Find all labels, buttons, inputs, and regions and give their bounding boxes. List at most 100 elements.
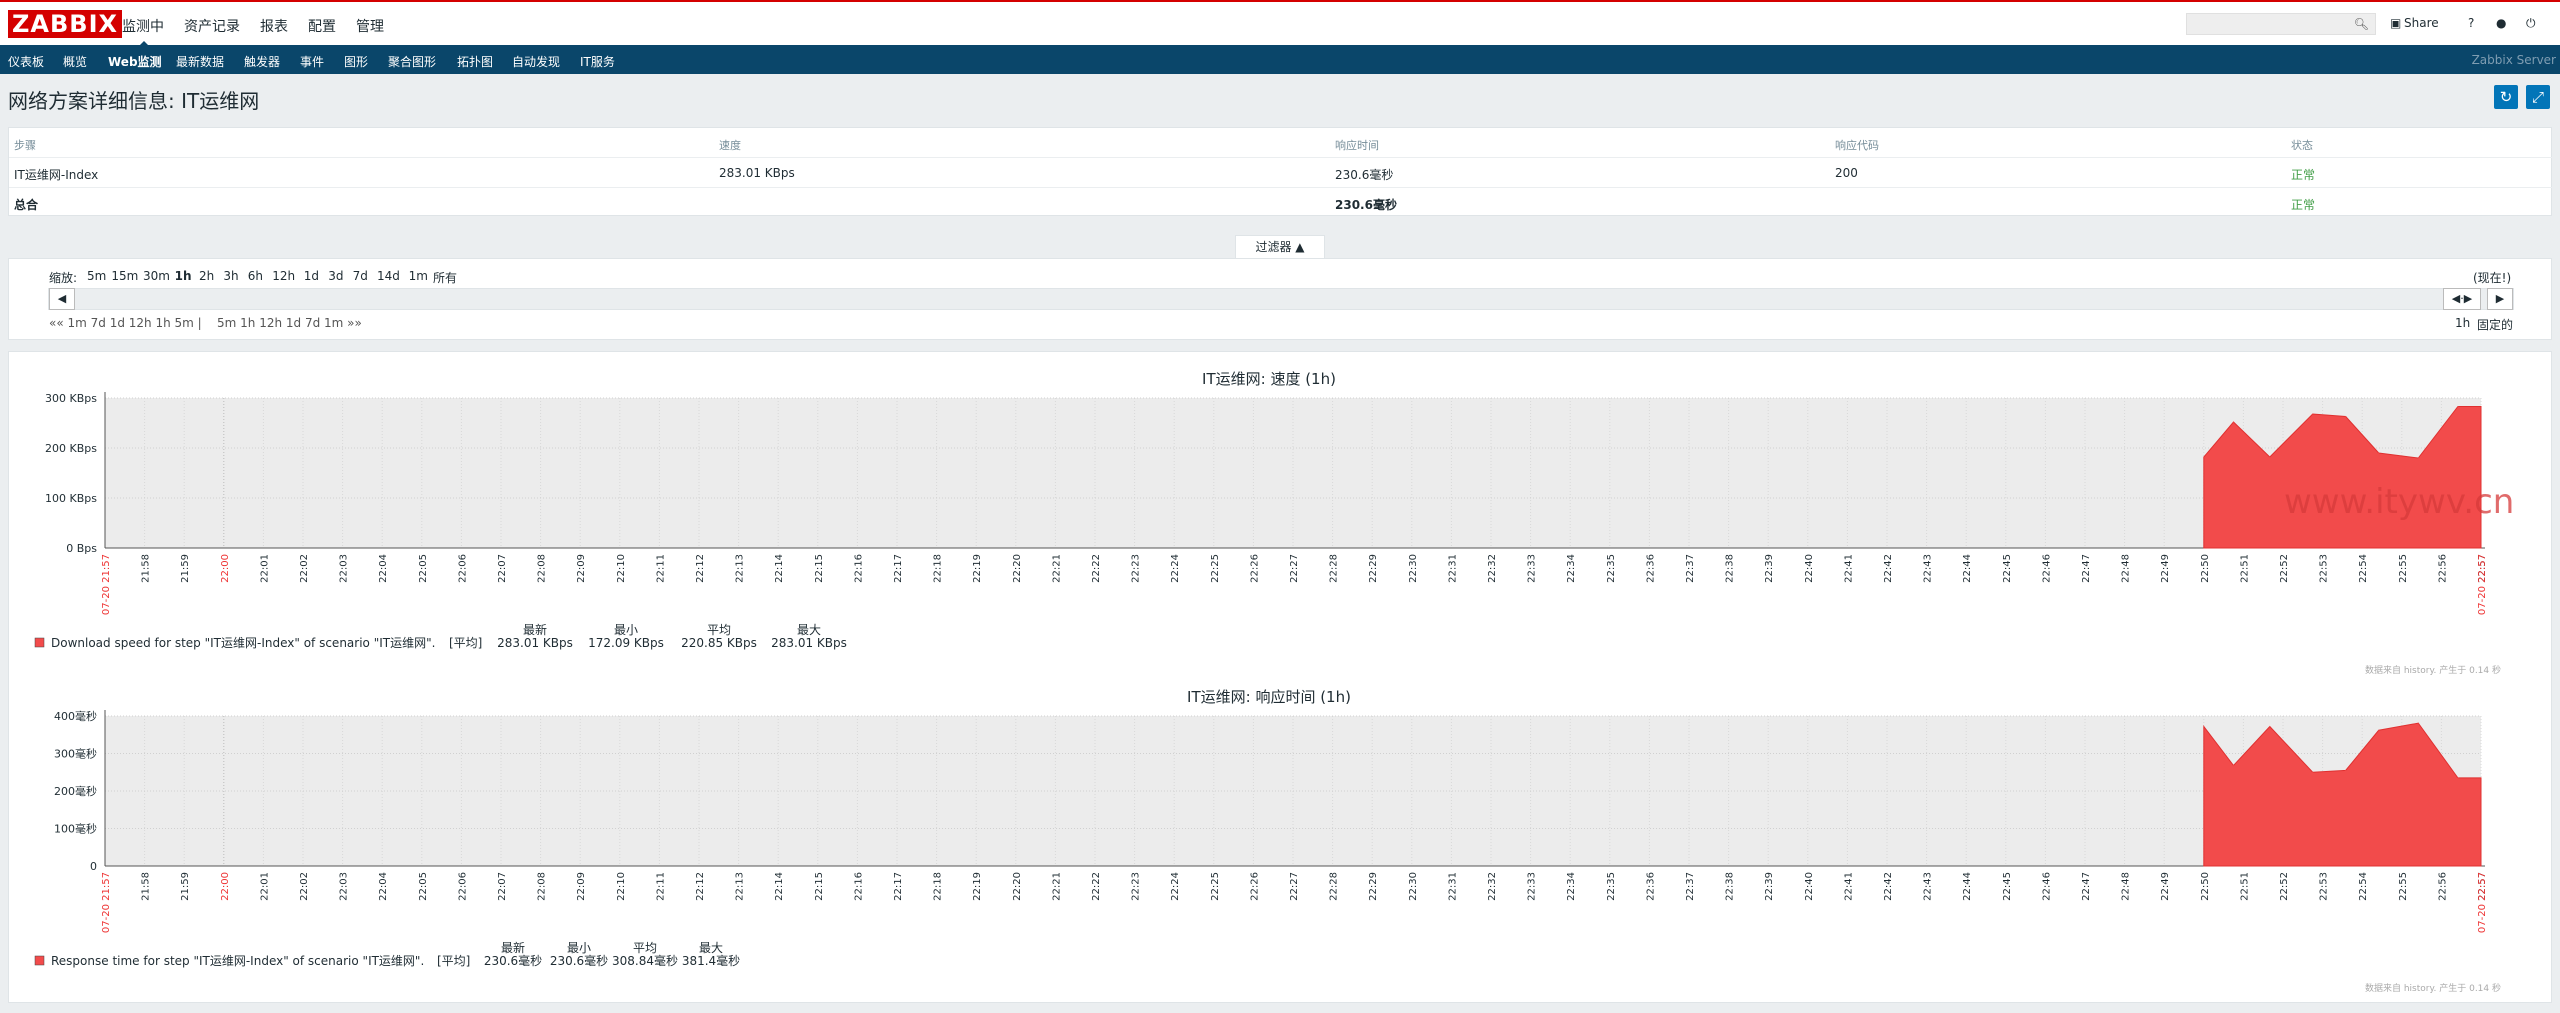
- x-tick-label: 22:45: [2002, 872, 2013, 901]
- share-icon[interactable]: ▣: [2390, 16, 2401, 30]
- timeline-scrollbar[interactable]: ◀ ◀·▶ ▶: [48, 288, 2514, 310]
- zoom-12[interactable]: 1m: [409, 269, 428, 283]
- x-tick-label: 22:21: [1051, 872, 1062, 901]
- x-tick-label: 22:53: [2319, 872, 2330, 901]
- search-icon[interactable]: 🔍︎: [2354, 17, 2369, 31]
- navigate-back[interactable]: «« 1m 7d 1d 12h 1h 5m |: [49, 316, 202, 330]
- col-header-status[interactable]: 状态: [2291, 137, 2313, 153]
- legend-header: 最新: [501, 940, 525, 955]
- zoom-8[interactable]: 1d: [304, 269, 319, 283]
- col-header-response-code[interactable]: 响应代码: [1835, 137, 1879, 153]
- zoom-11[interactable]: 14d: [377, 269, 400, 283]
- submenu-graphs[interactable]: 图形: [344, 53, 368, 70]
- menu-reports[interactable]: 报表: [260, 16, 288, 36]
- x-tick-label: 22:48: [2121, 554, 2132, 583]
- user-icon[interactable]: ●: [2496, 16, 2506, 30]
- data-point: [2233, 765, 2234, 766]
- sub-navigation-bar: 仪表板 概览 Web监测 最新数据 触发器 事件 图形 聚合图形 拓扑图 自动发…: [0, 45, 2560, 74]
- submenu-it-services[interactable]: IT服务: [580, 53, 615, 70]
- zoom-9[interactable]: 3d: [328, 269, 343, 283]
- x-tick-label: 22:49: [2160, 554, 2171, 583]
- row-response-code: 200: [1835, 166, 1858, 180]
- share-link[interactable]: Share: [2404, 16, 2439, 30]
- zoom-5[interactable]: 3h: [223, 269, 238, 283]
- x-tick-label: 22:09: [576, 872, 587, 901]
- zoom-7[interactable]: 12h: [272, 269, 295, 283]
- legend-value: 381.4毫秒: [682, 953, 740, 968]
- submenu-discovery[interactable]: 自动发现: [512, 53, 560, 70]
- fullscreen-icon[interactable]: ⤢: [2526, 85, 2550, 109]
- navigate-forward[interactable]: 5m 1h 12h 1d 7d 1m »»: [217, 316, 362, 330]
- x-tick-label: 22:26: [1249, 872, 1260, 901]
- total-response-time: 230.6毫秒: [1335, 198, 1397, 212]
- zoom-10[interactable]: 7d: [353, 269, 368, 283]
- scroll-right-button[interactable]: ▶: [2487, 288, 2513, 310]
- x-tick-label: 22:51: [2239, 872, 2250, 901]
- data-point: [2233, 421, 2234, 423]
- zabbix-logo[interactable]: ZABBIX: [8, 10, 122, 38]
- zoom-13[interactable]: 所有: [433, 269, 457, 286]
- x-tick-label: 22:45: [2002, 554, 2013, 583]
- legend-value: 230.6毫秒: [484, 953, 542, 968]
- x-tick-label: 22:30: [1408, 872, 1419, 901]
- submenu-overview[interactable]: 概览: [63, 53, 87, 70]
- scroll-handle[interactable]: ◀·▶: [2443, 288, 2481, 310]
- generated-footer: 数据来自 history. 产生于 0.14 秒: [2365, 664, 2501, 676]
- submenu-events[interactable]: 事件: [300, 53, 324, 70]
- x-tick-label: 22:11: [655, 872, 666, 901]
- search-input[interactable]: 🔍︎: [2186, 13, 2376, 35]
- col-header-step[interactable]: 步骤: [14, 137, 36, 153]
- submenu-maps[interactable]: 拓扑图: [457, 53, 493, 70]
- zoom-4[interactable]: 2h: [199, 269, 214, 283]
- zoom-6[interactable]: 6h: [248, 269, 263, 283]
- x-tick-label: 22:42: [1883, 872, 1894, 901]
- submenu-dashboard[interactable]: 仪表板: [8, 53, 44, 70]
- period-label: 1h: [2455, 316, 2471, 330]
- legend-header: 平均: [633, 941, 657, 955]
- x-tick-label: 22:31: [1447, 872, 1458, 901]
- menu-inventory[interactable]: 资产记录: [184, 16, 240, 36]
- data-point: [2269, 456, 2271, 458]
- submenu-screens[interactable]: 聚合图形: [388, 53, 436, 70]
- x-tick-label: 22:42: [1883, 554, 1894, 583]
- power-icon[interactable]: ⏻: [2526, 16, 2536, 31]
- submenu-latest-data[interactable]: 最新数据: [176, 53, 224, 70]
- scroll-left-button[interactable]: ◀: [49, 288, 75, 310]
- menu-monitoring[interactable]: 监测中: [122, 16, 164, 36]
- x-tick-label: 22:07: [497, 554, 508, 583]
- zoom-0[interactable]: 5m: [87, 269, 106, 283]
- zoom-1[interactable]: 15m: [111, 269, 138, 283]
- x-tick-label: 22:01: [259, 872, 270, 901]
- x-tick-label: 22:05: [418, 554, 429, 583]
- zoom-2[interactable]: 30m: [143, 269, 170, 283]
- fixed-label[interactable]: 固定的: [2477, 316, 2513, 333]
- submenu-web-monitoring[interactable]: Web监测: [108, 53, 162, 70]
- generated-footer: 数据来自 history. 产生于 0.14 秒: [2365, 982, 2501, 994]
- legend-swatch: [34, 955, 45, 966]
- x-tick-label: 22:06: [457, 554, 468, 583]
- x-tick-label: 22:03: [339, 554, 350, 583]
- x-tick-label: 22:32: [1487, 872, 1498, 901]
- x-tick-label: 22:33: [1527, 872, 1538, 901]
- total-label: 总合: [14, 198, 39, 212]
- refresh-icon[interactable]: ↻: [2494, 85, 2518, 109]
- x-tick-label: 22:20: [1012, 554, 1023, 583]
- zoom-3[interactable]: 1h: [175, 269, 192, 283]
- col-header-speed[interactable]: 速度: [719, 137, 741, 153]
- x-tick-label: 22:16: [853, 554, 864, 583]
- menu-administration[interactable]: 管理: [356, 16, 384, 36]
- row-step: IT运维网-Index: [14, 168, 99, 182]
- help-icon[interactable]: ?: [2468, 16, 2474, 30]
- x-tick-label: 22:06: [457, 872, 468, 901]
- filter-tab[interactable]: 过滤器 ▲: [1235, 235, 1325, 259]
- x-tick-label: 22:46: [2041, 554, 2052, 583]
- submenu-triggers[interactable]: 触发器: [244, 53, 280, 70]
- y-tick-label: 200毫秒: [54, 784, 97, 798]
- now-label[interactable]: (现在!): [2473, 269, 2511, 286]
- x-tick-label: 22:13: [735, 554, 746, 583]
- x-tick-label: 22:08: [537, 554, 548, 583]
- col-header-response-time[interactable]: 响应时间: [1335, 137, 1379, 153]
- menu-configuration[interactable]: 配置: [308, 16, 336, 36]
- x-tick-label: 22:19: [972, 872, 983, 901]
- y-tick-label: 400毫秒: [54, 709, 97, 723]
